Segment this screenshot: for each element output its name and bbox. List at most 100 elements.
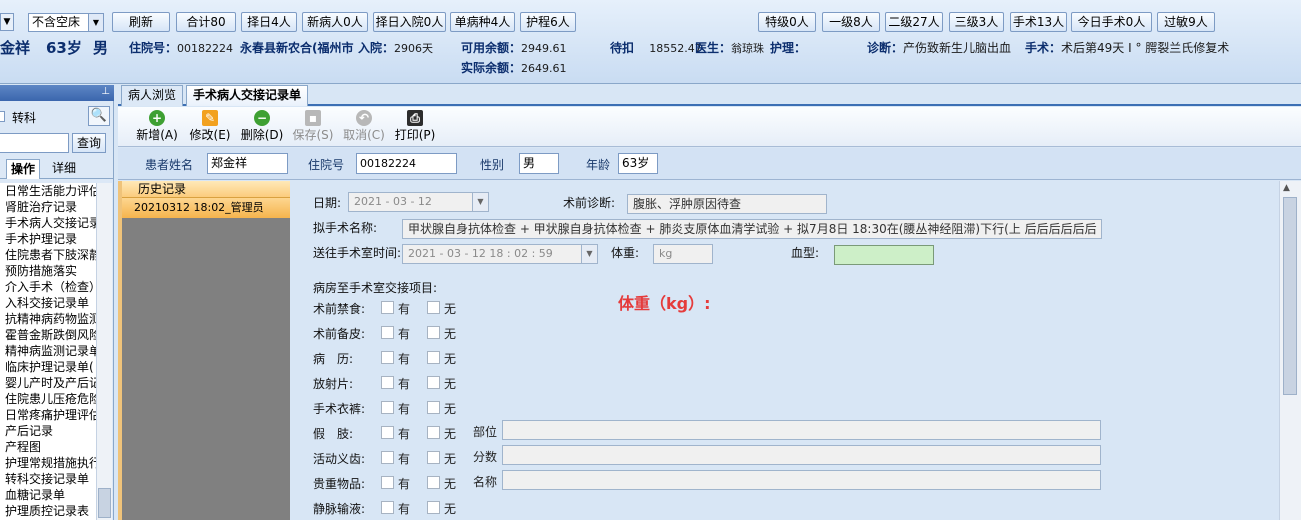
- extra-field[interactable]: [502, 445, 1101, 465]
- surgery-button[interactable]: 手术13人: [1010, 12, 1067, 32]
- delete-button[interactable]: − 删除(D): [236, 110, 288, 144]
- allergy-button[interactable]: 过敏9人: [1157, 12, 1215, 32]
- bed-filter-select[interactable]: 不含空床 ▼: [28, 13, 104, 32]
- doctor-label: 医生：: [695, 41, 732, 55]
- query-button[interactable]: 查询: [72, 133, 106, 153]
- yes-checkbox[interactable]: [381, 501, 394, 514]
- surgery-day-button[interactable]: 择日4人: [241, 12, 297, 32]
- scrollbar-thumb[interactable]: [98, 488, 111, 518]
- scroll-up-icon[interactable]: ▲: [1283, 183, 1290, 193]
- yes-checkbox[interactable]: [381, 351, 394, 364]
- available-label: 可用余额：: [461, 41, 522, 55]
- chevron-down-icon[interactable]: ▼: [88, 14, 103, 31]
- list-item[interactable]: 产程图: [0, 439, 96, 455]
- nursing-button[interactable]: 护程6人: [520, 12, 576, 32]
- history-record[interactable]: 20210312 18:02_管理员: [122, 198, 290, 218]
- yes-checkbox[interactable]: [381, 301, 394, 314]
- chevron-down-icon[interactable]: ▼: [581, 245, 597, 263]
- tab-surgery-handover[interactable]: 手术病人交接记录单: [186, 85, 309, 106]
- list-item[interactable]: 日常生活能力评估: [0, 183, 96, 199]
- list-item[interactable]: 住院患儿压疮危险: [0, 391, 96, 407]
- no-label: 无: [444, 352, 457, 366]
- list-item[interactable]: 住院患者下肢深静: [0, 247, 96, 263]
- yes-checkbox[interactable]: [381, 376, 394, 389]
- yes-checkbox[interactable]: [381, 451, 394, 464]
- new-patients-button[interactable]: 新病人0人: [302, 12, 368, 32]
- level3-button[interactable]: 三级3人: [949, 12, 1004, 32]
- critical-button[interactable]: 单病种4人: [450, 12, 515, 32]
- list-item[interactable]: 入科交接记录单: [0, 295, 96, 311]
- chevron-down-icon[interactable]: ▼: [0, 13, 14, 31]
- add-icon: +: [149, 110, 165, 126]
- preop-diagnosis-label: 术前诊断:: [563, 196, 616, 210]
- form-scrollbar[interactable]: ▲: [1279, 181, 1301, 520]
- planned-surgery-field[interactable]: 甲状腺自身抗体检查 + 甲状腺自身抗体检查 + 肺炎支原体血清学试验 + 拟7月…: [402, 219, 1102, 239]
- edit-button[interactable]: ✎ 修改(E): [184, 110, 236, 144]
- dept-search-input[interactable]: [0, 133, 69, 153]
- no-checkbox[interactable]: [427, 401, 440, 414]
- list-item[interactable]: 预防措施落实: [0, 263, 96, 279]
- list-item[interactable]: 婴儿产时及产后记: [0, 375, 96, 391]
- list-item[interactable]: 手术护理记录: [0, 231, 96, 247]
- yes-checkbox[interactable]: [381, 426, 394, 439]
- extra-label: 部位: [473, 425, 498, 439]
- no-label: 无: [444, 302, 457, 316]
- list-item[interactable]: 抗精神病药物监测: [0, 311, 96, 327]
- history-strip: [118, 181, 122, 520]
- no-checkbox[interactable]: [427, 451, 440, 464]
- add-button[interactable]: + 新增(A): [131, 110, 183, 144]
- pin-icon[interactable]: ⊥: [101, 86, 110, 97]
- yes-checkbox[interactable]: [381, 401, 394, 414]
- date-picker[interactable]: 2021 - 03 - 12 ▼: [348, 192, 489, 212]
- print-button[interactable]: ⎙ 打印(P): [389, 110, 441, 144]
- list-item[interactable]: 精神病监测记录单: [0, 343, 96, 359]
- transfer-checkbox[interactable]: [0, 111, 5, 122]
- no-checkbox[interactable]: [427, 501, 440, 514]
- handover-item-label: 静脉输液:: [313, 502, 366, 516]
- scrollbar-thumb[interactable]: [1283, 197, 1297, 395]
- tab-operations[interactable]: 操作: [6, 159, 41, 179]
- no-checkbox[interactable]: [427, 301, 440, 314]
- blood-type-field[interactable]: [834, 245, 934, 265]
- chevron-down-icon[interactable]: ▼: [472, 193, 488, 211]
- today-surgery-button[interactable]: 今日手术0人: [1071, 12, 1152, 32]
- scheduled-admit-button[interactable]: 择日入院0人: [373, 12, 446, 32]
- list-item[interactable]: 护理质控记录表: [0, 503, 96, 519]
- list-item[interactable]: 手术病人交接记录: [0, 215, 96, 231]
- list-scrollbar[interactable]: [96, 183, 112, 520]
- weight-field[interactable]: kg: [653, 244, 713, 264]
- special-level-button[interactable]: 特级0人: [758, 12, 816, 32]
- send-time-picker[interactable]: 2021 - 03 - 12 18 : 02 : 59 ▼: [402, 244, 598, 264]
- tab-details[interactable]: 详细: [48, 159, 80, 179]
- no-checkbox[interactable]: [427, 426, 440, 439]
- list-item[interactable]: 产后记录: [0, 423, 96, 439]
- list-item[interactable]: 介入手术（检查）: [0, 279, 96, 295]
- extra-field[interactable]: [502, 470, 1101, 490]
- list-item[interactable]: 血糖记录单: [0, 487, 96, 503]
- yes-checkbox[interactable]: [381, 326, 394, 339]
- level1-button[interactable]: 一级8人: [822, 12, 880, 32]
- tab-patient-browse[interactable]: 病人浏览: [121, 85, 184, 106]
- no-checkbox[interactable]: [427, 326, 440, 339]
- list-item[interactable]: 临床护理记录单(: [0, 359, 96, 375]
- yes-checkbox[interactable]: [381, 476, 394, 489]
- no-checkbox[interactable]: [427, 476, 440, 489]
- list-item[interactable]: 护理常规措施执行: [0, 455, 96, 471]
- send-time-value: 2021 - 03 - 12 18 : 02 : 59: [408, 247, 553, 260]
- yes-label: 有: [398, 302, 411, 316]
- extra-field[interactable]: [502, 420, 1101, 440]
- total-button[interactable]: 合计80: [176, 12, 236, 32]
- preop-diagnosis-field[interactable]: 腹胀、浮肿原因待查: [627, 194, 827, 214]
- list-item[interactable]: 转科交接记录单: [0, 471, 96, 487]
- no-checkbox[interactable]: [427, 351, 440, 364]
- refresh-button[interactable]: 刷新: [112, 12, 170, 32]
- search-icon[interactable]: 🔍: [88, 106, 110, 126]
- nurse-label: 护理：: [770, 41, 807, 55]
- save-button[interactable]: ▪ 保存(S): [287, 110, 339, 144]
- list-item[interactable]: 霍普金斯跌倒风险: [0, 327, 96, 343]
- list-item[interactable]: 肾脏治疗记录: [0, 199, 96, 215]
- cancel-button[interactable]: ↶ 取消(C): [338, 110, 390, 144]
- level2-button[interactable]: 二级27人: [885, 12, 943, 32]
- no-checkbox[interactable]: [427, 376, 440, 389]
- list-item[interactable]: 日常疼痛护理评估: [0, 407, 96, 423]
